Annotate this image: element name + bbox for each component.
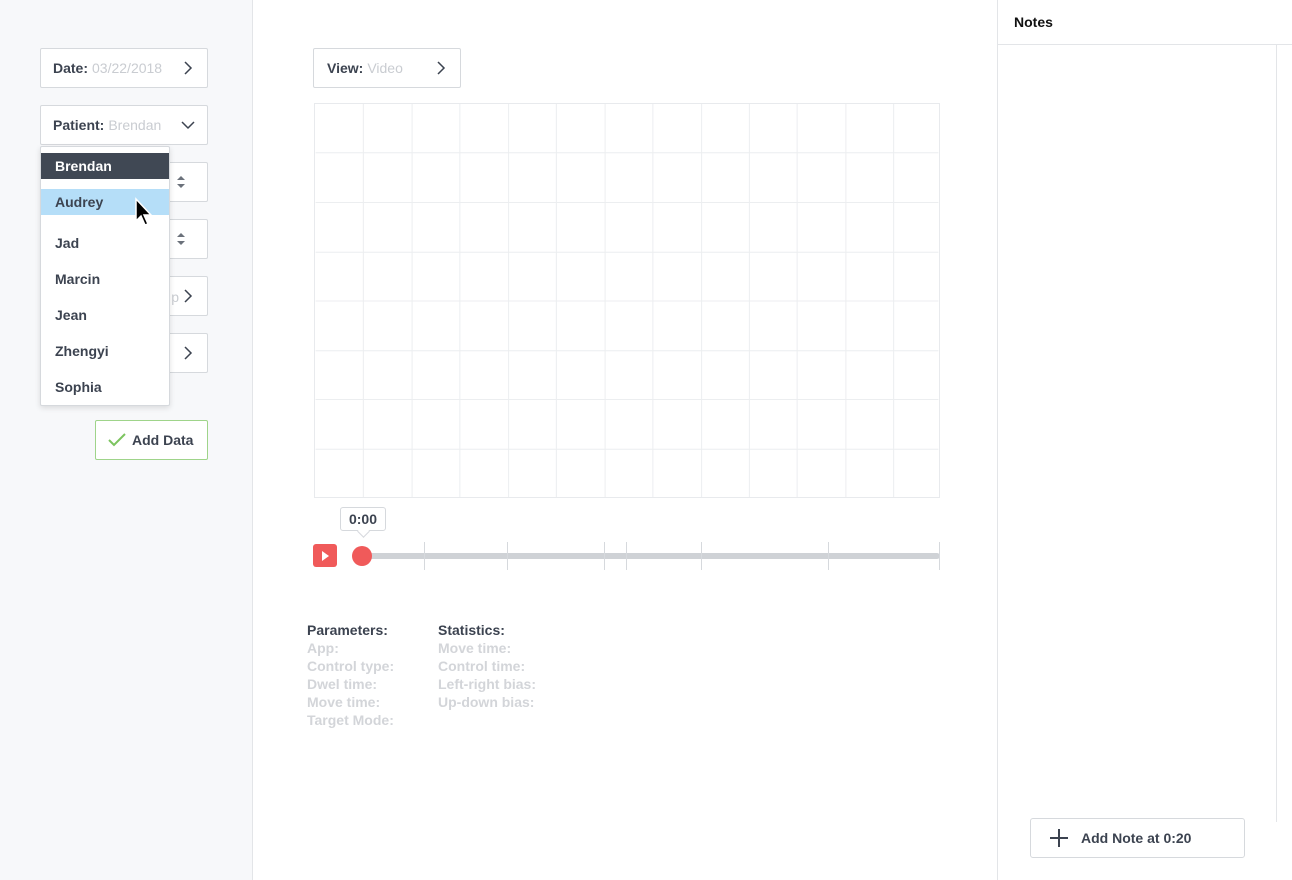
plus-icon: [1050, 829, 1068, 847]
chevron-right-icon: [184, 61, 193, 75]
view-selector[interactable]: View: Video: [313, 48, 461, 88]
patient-value: Brendan: [108, 117, 162, 133]
parameter-dwel-time: Dwel time:: [307, 676, 378, 692]
dropdown-option-brendan[interactable]: Brendan: [41, 153, 169, 179]
checkmark-icon: [108, 433, 126, 447]
timeline-marker: [701, 542, 702, 570]
date-value: 03/22/2018: [92, 60, 163, 76]
add-note-button[interactable]: Add Note at 0:20: [1030, 818, 1245, 858]
parameter-app: App:: [307, 640, 339, 656]
view-value: Video: [367, 60, 403, 76]
stepper-arrows-icon[interactable]: [175, 174, 187, 190]
add-note-label: Add Note at 0:20: [1081, 830, 1192, 846]
date-label: Date:: [53, 60, 89, 76]
play-button[interactable]: [313, 544, 337, 567]
chevron-right-icon: [184, 289, 193, 303]
parameter-control-type: Control type:: [307, 658, 395, 674]
timeline-marker: [939, 542, 940, 570]
mouse-pointer-icon: [135, 197, 153, 226]
notes-panel: Notes Add Note at 0:20: [997, 0, 1292, 880]
dropdown-option-marcin[interactable]: Marcin: [41, 261, 169, 297]
chevron-right-icon: [437, 61, 446, 75]
video-grid-canvas[interactable]: [314, 103, 940, 498]
patient-dropdown-menu: Brendan Audrey Jad Marcin Jean Zhengyi S…: [40, 146, 170, 406]
timeline-marker: [604, 542, 605, 570]
notes-title: Notes: [998, 0, 1292, 45]
timeline-marker: [507, 542, 508, 570]
left-sidebar: Date: 03/22/2018 Patient: Brendan p Add …: [0, 0, 253, 880]
notes-scrollbar[interactable]: [1276, 45, 1277, 822]
parameter-target-mode: Target Mode:: [307, 712, 394, 728]
statistic-left-right-bias: Left-right bias:: [438, 676, 536, 692]
dropdown-option-sophia[interactable]: Sophia: [41, 369, 169, 405]
add-data-label: Add Data: [132, 432, 194, 448]
statistics-section: Statistics: Move time: Control time: Lef…: [438, 621, 536, 711]
dropdown-option-zhengyi[interactable]: Zhengyi: [41, 333, 169, 369]
parameter-move-time: Move time:: [307, 694, 381, 710]
dropdown-option-jad[interactable]: Jad: [41, 225, 169, 261]
add-data-button[interactable]: Add Data: [95, 420, 208, 460]
parameters-section: Parameters: App: Control type: Dwel time…: [307, 621, 394, 729]
chevron-down-icon: [181, 121, 195, 130]
patient-label: Patient:: [53, 117, 105, 133]
statistic-control-time: Control time:: [438, 658, 526, 674]
play-icon: [322, 550, 329, 561]
timeline-marker: [626, 542, 627, 570]
statistics-title: Statistics:: [438, 622, 505, 638]
date-selector[interactable]: Date: 03/22/2018: [40, 48, 208, 88]
patient-selector[interactable]: Patient: Brendan: [40, 105, 208, 145]
timeline-marker: [828, 542, 829, 570]
playhead-time-tooltip: 0:00: [340, 507, 386, 531]
timeline-marker: [424, 542, 425, 570]
statistic-move-time: Move time:: [438, 640, 512, 656]
dropdown-option-jean[interactable]: Jean: [41, 297, 169, 333]
timeline-track[interactable]: [362, 553, 940, 559]
parameters-title: Parameters:: [307, 622, 388, 638]
timeline-scrubber-handle[interactable]: [352, 546, 372, 566]
statistic-up-down-bias: Up-down bias:: [438, 694, 535, 710]
field-value-partial: p: [171, 289, 179, 305]
view-label: View:: [327, 60, 364, 76]
stepper-arrows-icon[interactable]: [175, 231, 187, 247]
chevron-right-icon: [184, 346, 193, 360]
